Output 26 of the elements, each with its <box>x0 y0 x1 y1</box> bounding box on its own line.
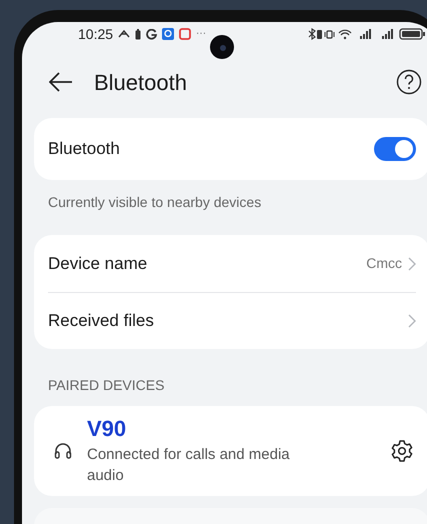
setting-label: Received files <box>48 310 154 332</box>
app-icon <box>146 28 158 40</box>
visibility-caption: Currently visible to nearby devices <box>48 193 262 212</box>
settings-button[interactable] <box>390 439 414 463</box>
app-icon <box>179 28 192 40</box>
status-time: 10:25 <box>78 24 114 44</box>
chevron-icon <box>408 256 416 270</box>
page-title: Bluetooth <box>94 68 187 96</box>
device-name: V90 <box>87 416 128 442</box>
setting-label: Bluetooth <box>48 138 120 160</box>
more-notifications: ··· <box>196 29 206 39</box>
setting-value: Cmcc <box>366 254 402 273</box>
settings-row[interactable]: Device name Cmcc <box>48 235 416 292</box>
device-status: Connected for calls and media audio <box>87 445 291 486</box>
help-button[interactable] <box>396 69 422 95</box>
camera-icon <box>209 34 235 60</box>
section-heading: PAIRED DEVICES <box>48 376 166 395</box>
device-card[interactable]: V90 Connected for calls and media audio <box>34 406 427 496</box>
status-icon <box>118 29 130 39</box>
setting-label: Device name <box>48 252 148 275</box>
battery-icon <box>135 28 142 40</box>
app-icon <box>162 28 174 40</box>
chevron-icon <box>408 314 416 328</box>
headphones-icon <box>54 442 72 460</box>
bluetooth-toggle[interactable] <box>374 137 416 161</box>
settings-row[interactable]: Received files <box>48 292 416 349</box>
